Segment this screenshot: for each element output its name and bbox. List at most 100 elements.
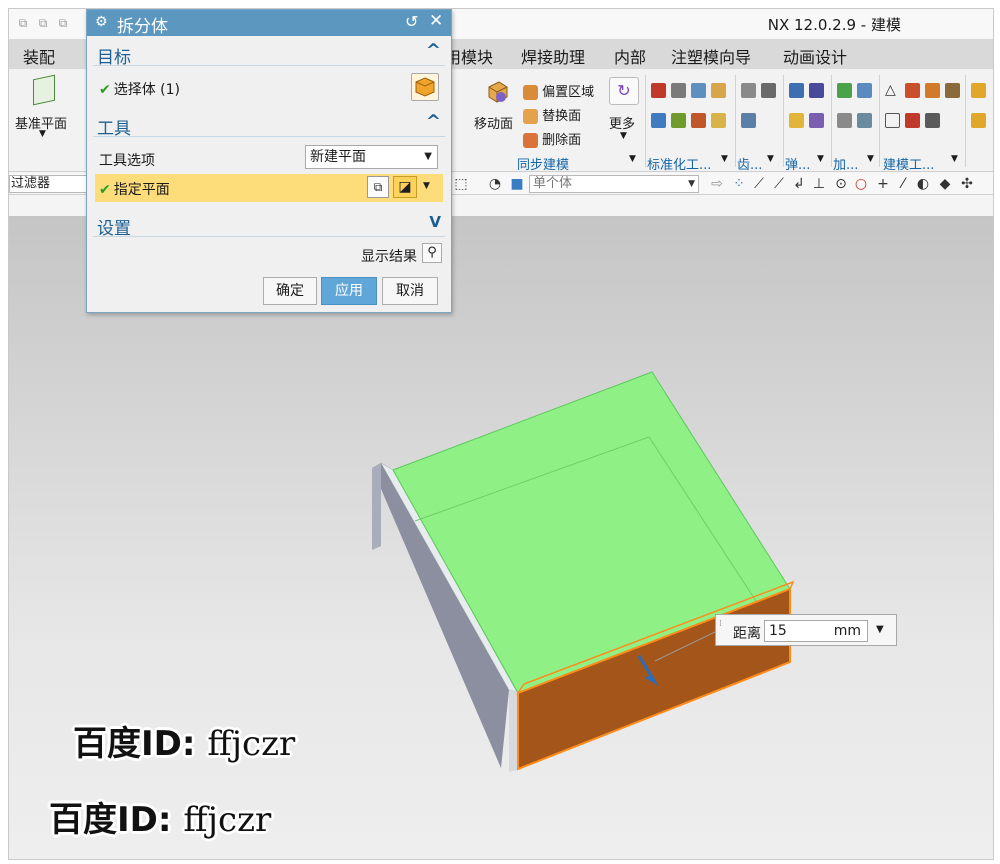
chevron-down-icon[interactable]: V xyxy=(429,213,441,231)
machining-icon[interactable] xyxy=(837,83,852,98)
std-part-icon-7[interactable] xyxy=(691,113,706,128)
menu-item-mold-wizard[interactable]: 注塑模向导 xyxy=(671,44,751,68)
snap-plus-icon[interactable]: + xyxy=(875,176,891,192)
distance-input[interactable]: 15 mm xyxy=(764,620,868,642)
copy-icon[interactable]: ⧉ xyxy=(15,15,31,31)
std-part-icon-1[interactable] xyxy=(651,83,666,98)
modeling-tool-icon-2[interactable] xyxy=(905,83,920,98)
chevron-up-icon[interactable]: ^ xyxy=(426,40,441,61)
replace-face-button[interactable]: 替换面 xyxy=(523,105,581,124)
modeling-tool-icon-6[interactable] xyxy=(905,113,920,128)
select-body-row[interactable]: ✔ 选择体 (1) xyxy=(99,79,180,99)
apply-button[interactable]: 应用 xyxy=(321,277,377,305)
datum-plane-icon[interactable] xyxy=(33,74,55,106)
snap-curve-icon[interactable]: ↲ xyxy=(791,176,807,192)
gear-icon-3[interactable] xyxy=(741,113,756,128)
std-part-icon-3[interactable] xyxy=(691,83,706,98)
snap-point-icon[interactable]: ⁘ xyxy=(731,176,747,192)
snap-line-icon[interactable]: ⟋ xyxy=(751,176,767,192)
extra-icon-2[interactable] xyxy=(971,113,986,128)
paste-icon[interactable]: ⧉ xyxy=(35,15,51,31)
chevron-down-icon[interactable]: ▼ xyxy=(767,154,774,164)
reset-icon[interactable]: ↺ xyxy=(405,12,418,31)
menu-item-assembly[interactable]: 装配 xyxy=(23,44,55,68)
spring-icon[interactable] xyxy=(789,83,804,98)
cancel-button[interactable]: 取消 xyxy=(382,277,438,305)
modeling-tool-icon-7[interactable] xyxy=(925,113,940,128)
delete-face-button[interactable]: 删除面 xyxy=(523,129,581,148)
group-standard-parts[interactable]: 标准化工... xyxy=(647,154,711,173)
section-target[interactable]: 目标 ^ xyxy=(93,40,445,68)
spring-icon-3[interactable] xyxy=(789,113,804,128)
drag-handle-icon[interactable]: ⁞ xyxy=(719,619,722,629)
group-spring[interactable]: 弹... xyxy=(785,154,810,173)
snap-line-icon-2[interactable]: ⟋ xyxy=(771,176,787,192)
select-rectangle-icon[interactable]: ⬚ xyxy=(453,176,469,192)
section-settings[interactable]: 设置 V xyxy=(93,211,445,239)
select-body-icon[interactable]: ◔ xyxy=(487,176,503,192)
divider xyxy=(879,75,880,167)
section-tool[interactable]: 工具 ^ xyxy=(93,111,445,139)
search-icon[interactable]: ⚲ xyxy=(422,243,442,263)
paste-special-icon[interactable]: ⧉ xyxy=(55,15,71,31)
cube-icon[interactable]: ■ xyxy=(509,176,525,192)
snap-circle-icon[interactable]: ○ xyxy=(853,176,869,192)
modeling-tool-icon-3[interactable] xyxy=(925,83,940,98)
selection-scope-dropdown[interactable]: 单个体 ▼ xyxy=(529,175,699,193)
more-dropdown-icon[interactable]: ▼ xyxy=(620,131,627,141)
std-part-icon-6[interactable] xyxy=(671,113,686,128)
chevron-down-icon[interactable]: ▼ xyxy=(721,154,728,164)
gear-icon[interactable] xyxy=(741,83,756,98)
group-modeling-tools[interactable]: 建模工... xyxy=(883,154,934,173)
gear-icon-2[interactable] xyxy=(761,83,776,98)
more-icon[interactable]: ↻ xyxy=(609,77,639,105)
chevron-down-icon[interactable]: ▼ xyxy=(876,624,884,635)
chevron-down-icon[interactable]: ▼ xyxy=(629,154,636,164)
group-gear[interactable]: 齿... xyxy=(737,154,762,173)
snap-tangent-icon[interactable]: ◐ xyxy=(915,176,931,192)
chevron-down-icon[interactable]: ▼ xyxy=(39,129,46,139)
extra-icon-1[interactable] xyxy=(971,83,986,98)
std-part-icon-2[interactable] xyxy=(671,83,686,98)
chevron-down-icon[interactable]: ▼ xyxy=(867,154,874,164)
machining-icon-4[interactable] xyxy=(857,113,872,128)
chevron-down-icon[interactable]: ▼ xyxy=(951,154,958,164)
snap-slash-icon[interactable]: ⁄ xyxy=(895,176,911,192)
machining-icon-2[interactable] xyxy=(857,83,872,98)
offset-region-icon xyxy=(523,85,538,100)
menu-item-internal[interactable]: 内部 xyxy=(614,44,646,68)
triangle-icon[interactable]: △ xyxy=(885,83,900,98)
snap-center-icon[interactable]: ⊙ xyxy=(833,176,849,192)
move-face-button[interactable]: 移动面 xyxy=(474,113,513,132)
std-part-icon-8[interactable] xyxy=(711,113,726,128)
chevron-down-icon[interactable]: ▼ xyxy=(423,181,430,191)
group-machining[interactable]: 加... xyxy=(833,154,858,173)
more-button[interactable]: 更多 xyxy=(609,113,635,132)
arrow-right-icon[interactable]: ⇨ xyxy=(709,176,725,192)
std-part-icon-4[interactable] xyxy=(711,83,726,98)
plane-inference-icon[interactable]: ◪ xyxy=(393,176,417,198)
menu-item-modules[interactable]: 用模块 xyxy=(445,44,493,68)
chevron-up-icon[interactable]: ^ xyxy=(426,111,441,132)
select-body-button[interactable] xyxy=(411,73,439,101)
menu-item-animation[interactable]: 动画设计 xyxy=(783,44,847,68)
move-face-icon[interactable] xyxy=(481,77,511,107)
std-part-icon-5[interactable] xyxy=(651,113,666,128)
menu-item-weld-assistant[interactable]: 焊接助理 xyxy=(521,44,585,68)
snap-any-icon[interactable]: ✣ xyxy=(959,176,975,192)
group-sync-modeling[interactable]: 同步建模 xyxy=(517,154,569,173)
chevron-down-icon[interactable]: ▼ xyxy=(817,154,824,164)
modeling-tool-icon-5[interactable] xyxy=(885,113,900,128)
close-icon[interactable]: ✕ xyxy=(429,11,443,31)
spring-icon-2[interactable] xyxy=(809,83,824,98)
machining-icon-3[interactable] xyxy=(837,113,852,128)
snap-perp-icon[interactable]: ⊥ xyxy=(811,176,827,192)
ok-button[interactable]: 确定 xyxy=(263,277,317,305)
snap-face-icon[interactable]: ◆ xyxy=(937,176,953,192)
type-filter-dropdown[interactable]: 过滤器 xyxy=(9,175,89,193)
plane-dialog-icon[interactable]: ⧉ xyxy=(367,176,389,198)
spring-icon-4[interactable] xyxy=(809,113,824,128)
tool-option-dropdown[interactable]: 新建平面 ▼ xyxy=(305,145,438,169)
modeling-tool-icon-4[interactable] xyxy=(945,83,960,98)
offset-region-button[interactable]: 偏置区域 xyxy=(523,81,594,100)
